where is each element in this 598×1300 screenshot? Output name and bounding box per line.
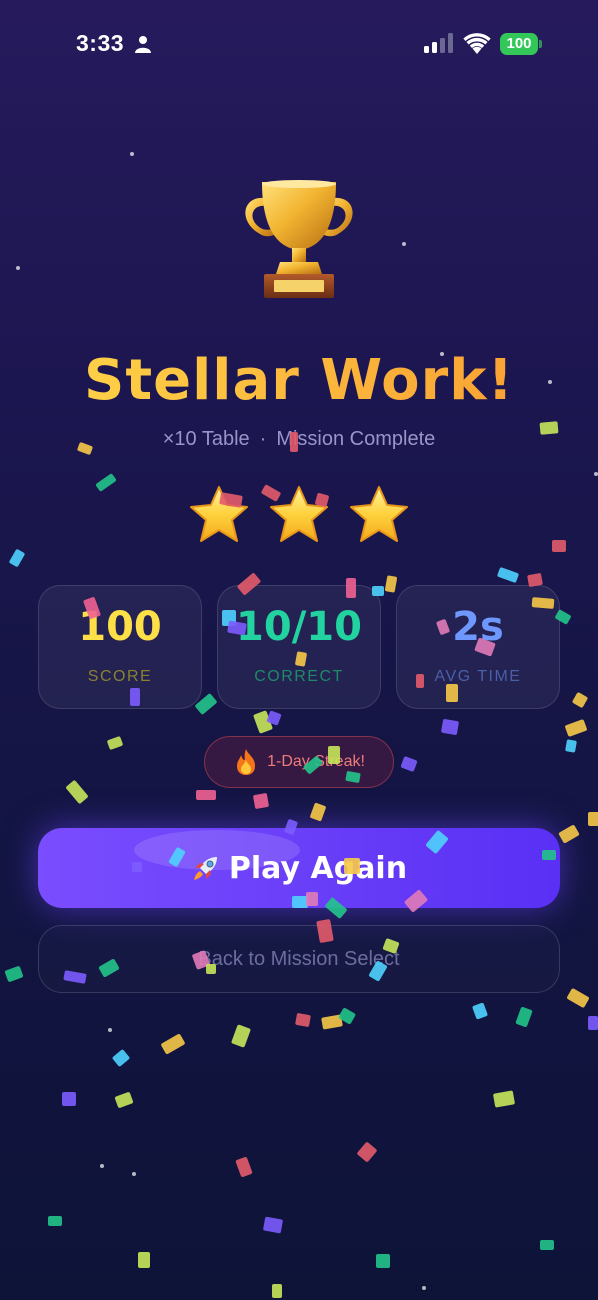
confetti-piece <box>356 1141 378 1163</box>
confetti-piece <box>309 802 327 822</box>
play-again-label: Play Again <box>228 850 408 886</box>
back-to-mission-select-button[interactable]: Back to Mission Select <box>38 925 560 993</box>
confetti-piece <box>376 1254 390 1268</box>
avg-time-card: 2s AVG TIME <box>396 585 560 709</box>
confetti-piece <box>321 1014 343 1030</box>
confetti-piece <box>262 1216 284 1234</box>
avg-time-label: AVG TIME <box>434 668 522 685</box>
battery-level: 100 <box>506 35 532 52</box>
confetti-piece <box>106 735 124 751</box>
confetti-piece <box>111 1048 131 1068</box>
streak-label: 1-Day Streak! <box>267 753 365 770</box>
score-card: 100 SCORE <box>38 585 202 709</box>
person-icon <box>135 36 151 53</box>
confetti-piece <box>48 1216 62 1226</box>
sparkle <box>132 1172 136 1176</box>
confetti-piece <box>515 1006 533 1028</box>
mission-status: Mission Complete <box>276 428 436 450</box>
sparkle <box>594 472 598 476</box>
status-time: 3:33 <box>76 30 125 56</box>
play-again-button[interactable]: Play Again <box>38 828 560 908</box>
confetti-piece <box>252 792 270 810</box>
table-label: ×10 Table <box>162 428 250 450</box>
trophy-icon <box>245 180 353 298</box>
confetti-piece <box>564 718 588 738</box>
star-icon <box>350 486 408 542</box>
confetti-piece <box>114 1091 134 1109</box>
back-label: Back to Mission Select <box>198 947 400 970</box>
confetti-piece <box>8 548 26 568</box>
wifi-icon <box>463 33 491 54</box>
confetti-piece <box>196 790 216 800</box>
correct-label: CORRECT <box>254 668 344 685</box>
confetti-piece <box>566 987 590 1009</box>
confetti-piece <box>496 566 520 584</box>
confetti-piece <box>231 1024 251 1048</box>
sparkle <box>422 1286 426 1290</box>
confetti-piece <box>266 710 282 726</box>
star-icon <box>270 486 328 542</box>
sparkle <box>100 1164 104 1168</box>
confetti-piece <box>65 779 89 805</box>
status-bar: 3:33 100 <box>0 0 598 90</box>
sparkle <box>402 242 406 246</box>
confetti-piece <box>565 739 577 753</box>
confetti-piece <box>492 1090 516 1108</box>
star-rating <box>0 484 598 546</box>
confetti-piece <box>440 718 460 736</box>
confetti-piece <box>295 1012 311 1028</box>
confetti-piece <box>272 1284 282 1298</box>
avg-time-value: 2s <box>452 604 504 650</box>
confetti-piece <box>160 1033 186 1055</box>
fire-icon <box>237 749 256 775</box>
result-title: Stellar Work! <box>0 348 598 413</box>
confetti-piece <box>384 575 398 593</box>
correct-value: 10/10 <box>236 604 362 650</box>
confetti-piece <box>588 812 598 826</box>
streak-badge: 1-Day Streak! <box>204 736 394 788</box>
sparkle <box>130 152 134 156</box>
correct-card: 10/10 CORRECT <box>217 585 381 709</box>
signal-icon <box>424 33 453 53</box>
confetti-piece <box>400 755 418 773</box>
confetti-piece <box>337 1007 357 1025</box>
star-icon <box>190 486 248 542</box>
confetti-piece <box>62 1092 76 1106</box>
confetti-piece <box>235 1156 253 1178</box>
confetti-piece <box>558 824 580 844</box>
result-subtitle: ×10 Table · Mission Complete <box>0 428 598 451</box>
confetti-piece <box>540 1240 554 1250</box>
confetti-piece <box>471 1002 489 1020</box>
confetti-piece <box>253 710 273 734</box>
battery-icon: 100 <box>500 33 542 55</box>
confetti-piece <box>571 691 589 709</box>
subtitle-separator: · <box>259 428 267 450</box>
confetti-piece <box>4 965 24 983</box>
confetti-piece <box>588 1016 598 1030</box>
rocket-icon <box>193 857 217 880</box>
score-label: SCORE <box>87 668 153 685</box>
sparkle <box>108 1028 112 1032</box>
sparkle <box>16 266 20 270</box>
confetti-piece <box>138 1252 150 1268</box>
score-value: 100 <box>78 604 162 650</box>
